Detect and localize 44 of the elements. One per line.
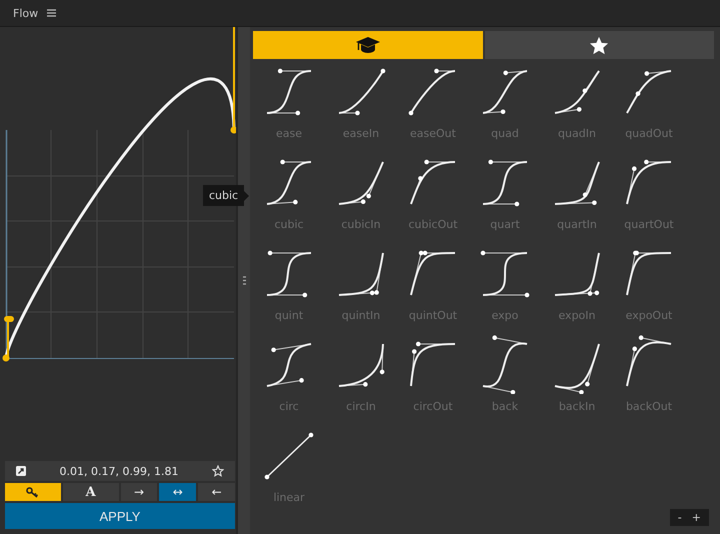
preset-item[interactable]: expoOut	[613, 243, 685, 325]
bezier-values: 0.01, 0.17, 0.99, 1.81	[60, 464, 178, 478]
preset-item[interactable]: quart	[469, 152, 541, 234]
zoom-button[interactable]: +	[688, 510, 705, 525]
expand-icon[interactable]	[16, 466, 26, 476]
star-icon[interactable]	[212, 465, 224, 477]
apply-button[interactable]: APPLY	[5, 503, 235, 529]
preset-item[interactable]: backOut	[613, 334, 685, 416]
preset-item[interactable]: cubicOut	[397, 152, 469, 234]
preset-item[interactable]: backIn	[541, 334, 613, 416]
preset-item[interactable]: quint	[253, 243, 325, 325]
preset-item[interactable]: quad	[469, 61, 541, 143]
direction-button[interactable]: ↔	[157, 483, 196, 501]
handle-line	[7, 321, 9, 358]
preset-item[interactable]: circIn	[325, 334, 397, 416]
preset-item[interactable]: quadIn	[541, 61, 613, 143]
preset-item[interactable]: back	[469, 334, 541, 416]
preset-item[interactable]: cubicIn	[325, 152, 397, 234]
tooltip: cubic	[203, 185, 250, 206]
preset-item[interactable]: easeIn	[325, 61, 397, 143]
preset-item[interactable]: quartIn	[541, 152, 613, 234]
key-button[interactable]	[5, 483, 61, 501]
preset-item[interactable]: quintOut	[397, 243, 469, 325]
preset-item[interactable]: quintIn	[325, 243, 397, 325]
menu-icon[interactable]	[47, 9, 56, 17]
preset-item[interactable]: circOut	[397, 334, 469, 416]
preset-item[interactable]: easeOut	[397, 61, 469, 143]
end-point[interactable]	[230, 126, 236, 134]
graduation-cap-icon	[354, 36, 381, 54]
tab[interactable]	[253, 31, 482, 59]
preset-item[interactable]: ease	[253, 61, 325, 143]
preset-item[interactable]: expo	[469, 243, 541, 325]
window-title: Flow	[13, 6, 38, 20]
control-handle[interactable]	[4, 316, 14, 322]
preset-item[interactable]: circ	[253, 334, 325, 416]
preset-item[interactable]: linear	[253, 425, 325, 507]
preset-item[interactable]: cubic	[253, 152, 325, 234]
preset-item[interactable]: quadOut	[613, 61, 685, 143]
key-icon	[26, 486, 40, 498]
zoom-button[interactable]: -	[674, 510, 686, 525]
star-icon	[589, 36, 610, 54]
preset-item[interactable]: expoIn	[541, 243, 613, 325]
start-point[interactable]	[2, 354, 10, 362]
preset-item[interactable]: quartOut	[613, 152, 685, 234]
